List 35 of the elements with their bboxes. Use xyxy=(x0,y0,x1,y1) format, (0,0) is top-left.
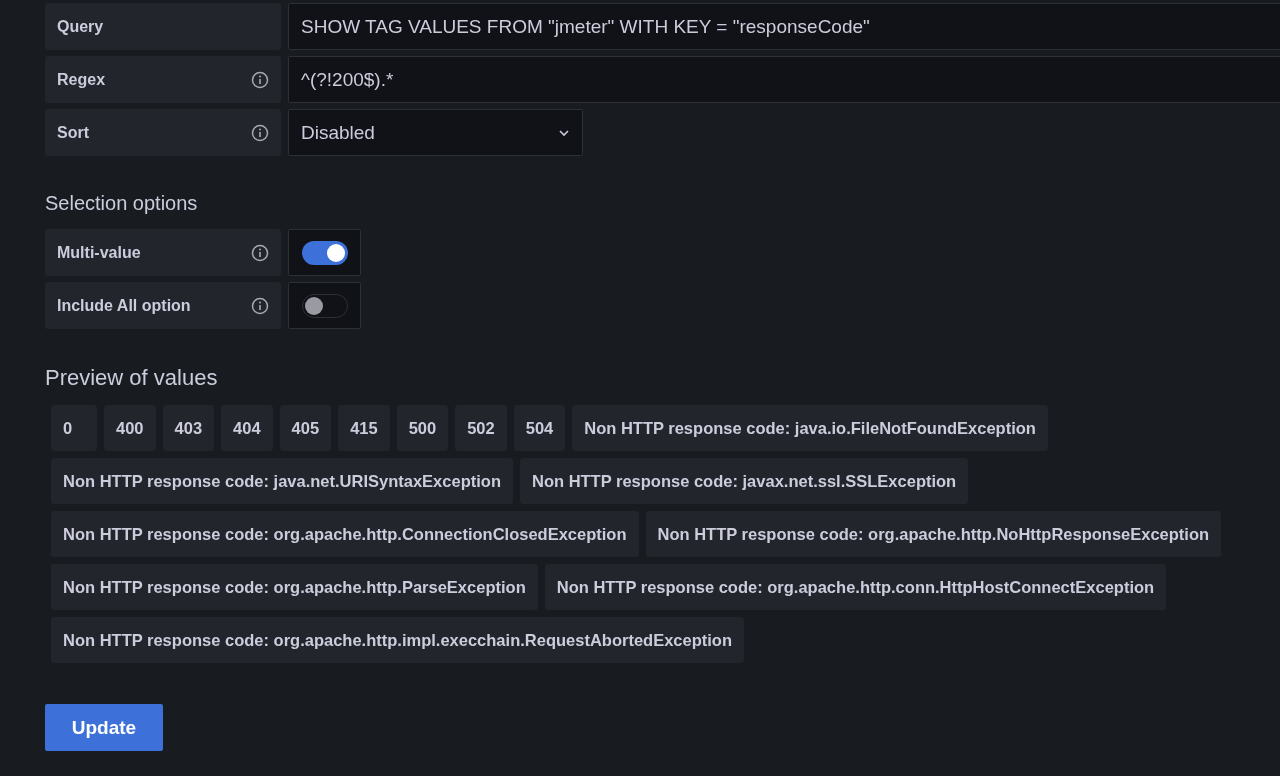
info-icon xyxy=(251,70,269,89)
input-field[interactable]: ^(?!200$).* xyxy=(288,56,1280,103)
label-text: Query xyxy=(57,17,104,36)
value-tag: Non HTTP response code: org.apache.http.conn.HttpHostConnectException xyxy=(544,564,1167,610)
value-tag: 400 xyxy=(104,405,156,451)
value-tag: Non HTTP response code: org.apache.http.NoHttpResponseException xyxy=(645,511,1222,557)
value-tag: 500 xyxy=(396,405,449,451)
info-icon xyxy=(251,123,269,142)
value-tag: 0 xyxy=(51,405,97,451)
label-text: Multi-value xyxy=(57,243,141,262)
label-text: Include All option xyxy=(57,296,191,315)
chevron-down-icon xyxy=(558,128,570,137)
value-tag: 404 xyxy=(221,405,273,451)
value-tag: 502 xyxy=(455,405,507,451)
value-tag: Non HTTP response code: java.io.FileNotFoundException xyxy=(572,405,1048,451)
toggle-switch[interactable] xyxy=(301,293,348,318)
section-heading: Preview of values xyxy=(45,365,219,391)
update-button[interactable]: Update xyxy=(45,704,163,751)
value-tag: 504 xyxy=(513,405,566,451)
value-tag: 403 xyxy=(162,405,215,451)
value-tag: Non HTTP response code: java.net.URISyntaxException xyxy=(51,458,513,504)
value-tag: Non HTTP response code: org.apache.http.ConnectionClosedException xyxy=(51,511,639,557)
value-tag: 415 xyxy=(338,405,390,451)
value-tag: Non HTTP response code: javax.net.ssl.SSLException xyxy=(519,458,969,504)
info-icon xyxy=(251,243,269,262)
section-heading: Selection options xyxy=(45,192,199,215)
toggle-switch[interactable] xyxy=(301,240,348,265)
input-field[interactable]: SHOW TAG VALUES FROM "jmeter" WITH KEY = "responseCode" xyxy=(288,3,1280,50)
info-icon xyxy=(251,296,269,315)
sort-dropdown[interactable]: Disabled xyxy=(288,109,583,156)
value-tag: Non HTTP response code: org.apache.http.ParseException xyxy=(51,564,538,610)
value-tag: 405 xyxy=(279,405,332,451)
value-tag: Non HTTP response code: org.apache.http.impl.execchain.RequestAbortedException xyxy=(51,617,744,663)
label-text: Regex xyxy=(57,70,106,89)
label-text: Sort xyxy=(57,123,89,142)
